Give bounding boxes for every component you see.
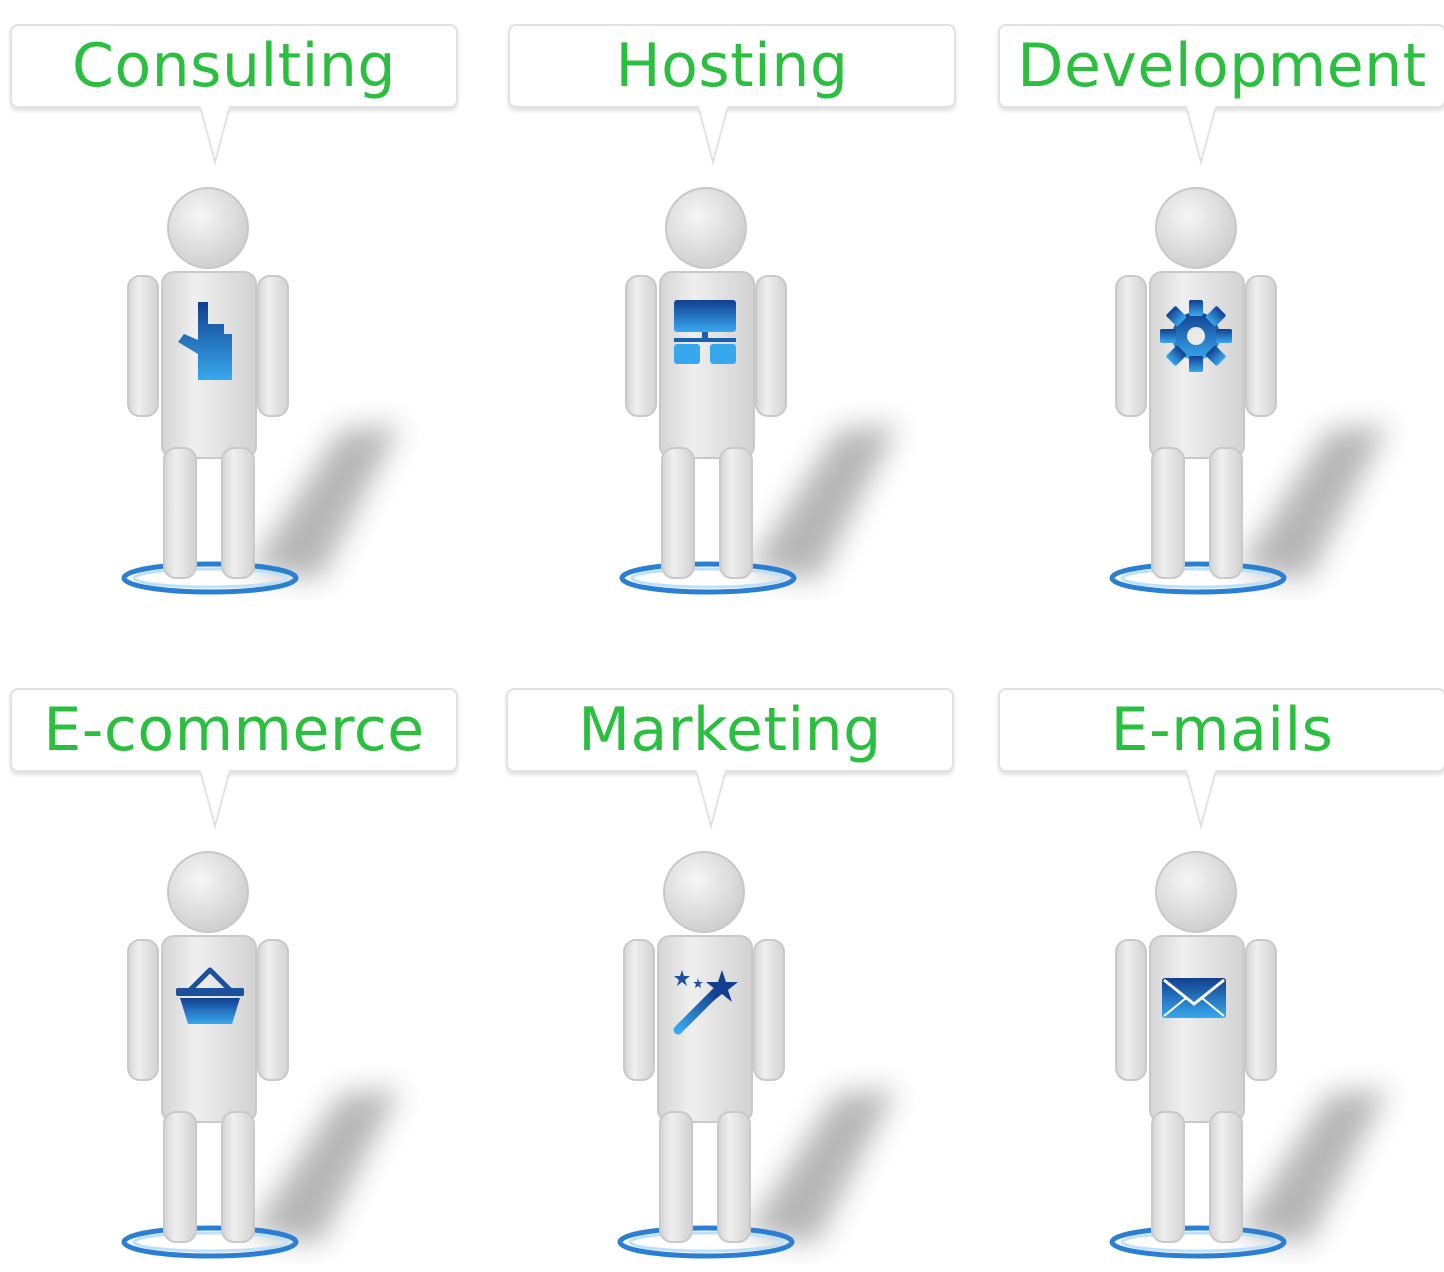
gear-icon (1158, 298, 1238, 388)
service-tile-e-commerce[interactable]: E-commerce (0, 664, 470, 1272)
service-tile-consulting[interactable]: Consulting (0, 0, 470, 620)
speech-bubble: Development (998, 24, 1444, 108)
service-tile-hosting[interactable]: Hosting (498, 0, 968, 620)
person-figure (100, 180, 420, 600)
service-label: Development (1017, 31, 1427, 101)
network-hosting-icon (668, 298, 748, 388)
speech-bubble: Hosting (508, 24, 956, 108)
speech-bubble-pointer (1186, 770, 1216, 828)
service-label: Consulting (72, 31, 396, 101)
service-label: E-mails (1110, 695, 1334, 765)
service-tile-e-mails[interactable]: E-mails (988, 664, 1444, 1272)
service-tile-marketing[interactable]: Marketing (496, 664, 966, 1272)
speech-bubble-pointer (696, 770, 726, 828)
service-label: Hosting (615, 31, 849, 101)
pointing-hand-icon (170, 298, 250, 388)
person-figure (100, 844, 420, 1264)
speech-bubble: Marketing (506, 688, 954, 772)
speech-bubble: E-commerce (10, 688, 458, 772)
person-figure (598, 180, 918, 600)
speech-bubble: E-mails (998, 688, 1444, 772)
service-label: E-commerce (43, 695, 425, 765)
speech-bubble-pointer (200, 770, 230, 828)
person-figure (1088, 844, 1408, 1264)
services-grid: Consulting Hosting Development E-commerc… (0, 0, 1444, 1272)
speech-bubble: Consulting (10, 24, 458, 108)
service-label: Marketing (578, 695, 882, 765)
envelope-icon (1160, 974, 1240, 1064)
magic-wand-icon (668, 968, 748, 1058)
shopping-basket-icon (172, 964, 252, 1054)
service-tile-development[interactable]: Development (988, 0, 1444, 620)
person-figure (1088, 180, 1408, 600)
person-figure (596, 844, 916, 1264)
speech-bubble-pointer (698, 106, 728, 164)
speech-bubble-pointer (1186, 106, 1216, 164)
speech-bubble-pointer (200, 106, 230, 164)
